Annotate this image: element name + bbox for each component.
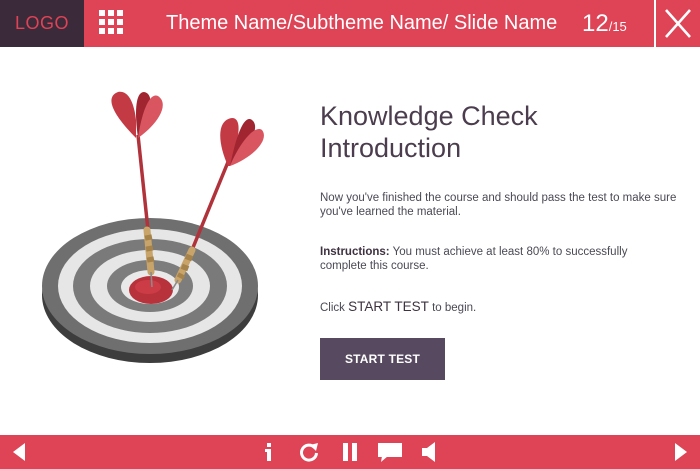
triangle-right-icon xyxy=(675,443,687,461)
close-icon xyxy=(665,9,691,38)
click-strong: START TEST xyxy=(348,299,429,314)
grid-dot xyxy=(108,10,114,16)
click-suffix: to begin. xyxy=(428,302,477,314)
grid-dot xyxy=(99,10,105,16)
replay-icon xyxy=(300,443,318,462)
grid-dot xyxy=(99,19,105,25)
instructions-label: Instructions: xyxy=(320,246,390,258)
slide-current: 12 xyxy=(582,10,609,37)
close-button[interactable] xyxy=(656,0,700,47)
click-prefix: Click xyxy=(320,302,349,314)
grid-dot xyxy=(108,28,114,34)
bottom-bar xyxy=(0,435,700,469)
next-button[interactable] xyxy=(668,435,694,469)
bullseye-highlight xyxy=(135,280,161,294)
menu-grid-button[interactable] xyxy=(97,8,129,40)
slide-total: /15 xyxy=(608,19,627,34)
grid-dot xyxy=(117,19,123,25)
top-bar: LOGO Theme Name/Subtheme Name/ Slide Nam… xyxy=(0,0,700,47)
logo: LOGO xyxy=(0,0,84,47)
speech-bubble-icon xyxy=(378,443,402,462)
triangle-left-icon xyxy=(13,443,25,461)
grid-dot xyxy=(117,28,123,34)
page-heading: Knowledge Check Introduction xyxy=(320,100,650,164)
info-icon xyxy=(265,443,271,461)
pause-button[interactable] xyxy=(338,435,362,469)
heading-line-2: Introduction xyxy=(320,133,462,163)
instructions-paragraph: Instructions: You must achieve at least … xyxy=(320,245,670,273)
intro-paragraph: Now you've finished the course and shoul… xyxy=(320,192,677,218)
grid-dot xyxy=(99,28,105,34)
speaker-icon xyxy=(422,442,435,462)
slide-title: Theme Name/Subtheme Name/ Slide Name xyxy=(166,12,558,34)
replay-button[interactable] xyxy=(296,435,322,469)
dartboard-illustration xyxy=(42,91,264,363)
slide-counter: 12/15 xyxy=(582,0,627,47)
info-button[interactable] xyxy=(258,435,280,469)
notes-button[interactable] xyxy=(374,435,406,469)
grid-dot xyxy=(117,10,123,16)
click-instruction: Click START TEST to begin. xyxy=(320,300,476,315)
volume-button[interactable] xyxy=(418,435,442,469)
heading-line-1: Knowledge Check xyxy=(320,101,538,131)
pause-icon xyxy=(343,443,357,461)
start-test-button[interactable]: START TEST xyxy=(320,338,445,380)
grid-dot xyxy=(108,19,114,25)
prev-button[interactable] xyxy=(6,435,32,469)
